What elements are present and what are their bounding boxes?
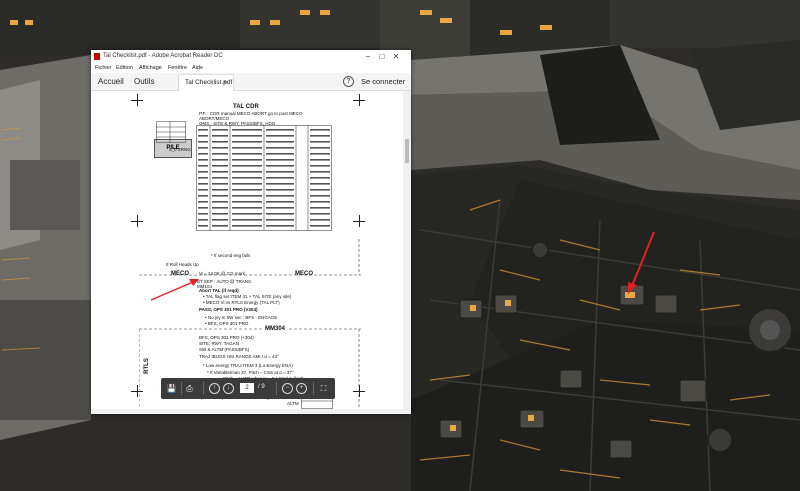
doc-line: BFS, OPS 301 PRO (+304) bbox=[199, 335, 254, 340]
tab-close-icon[interactable]: × bbox=[223, 79, 227, 86]
page-up-icon[interactable]: ↑ bbox=[209, 383, 220, 394]
print-icon[interactable]: ⎙ bbox=[184, 383, 195, 394]
acrobat-app-icon bbox=[94, 53, 100, 60]
rtls-label: RTLS bbox=[143, 358, 150, 374]
doc-line: TRAJ IBUGS HSI RANGE AMI / α = 43° bbox=[199, 354, 279, 359]
annotation-arrow-cockpit bbox=[628, 231, 655, 294]
acrobat-window: Tal Checklist.pdf - Adobe Acrobat Reader… bbox=[91, 50, 411, 414]
doc-line: S/B & ALTM (PASS/BFS) bbox=[199, 347, 250, 352]
crop-mark bbox=[353, 94, 365, 106]
menu-bar: Fichier Edition Affichage Fenêtre Aide bbox=[91, 64, 411, 73]
doc-line: PASS, OPS 301 PRO (V304) bbox=[199, 307, 258, 312]
scrollbar-thumb[interactable] bbox=[405, 139, 409, 163]
title-bar: Tal Checklist.pdf - Adobe Acrobat Reader… bbox=[91, 50, 411, 64]
menu-aide[interactable]: Aide bbox=[192, 65, 203, 71]
doc-line: ALTM bbox=[287, 401, 299, 406]
divider bbox=[276, 382, 277, 395]
page-down-icon[interactable]: ↓ bbox=[223, 383, 234, 394]
menu-fenetre[interactable]: Fenêtre bbox=[168, 65, 187, 71]
vertical-scrollbar[interactable] bbox=[403, 91, 411, 409]
zoom-in-icon[interactable]: + bbox=[296, 383, 307, 394]
doc-line: * If Variable/man 37, Pitch – CSS at α =… bbox=[207, 370, 294, 375]
page-nav-toolbar: 💾 ⎙ ↑ ↓ 2 / 9 − + ⛶ bbox=[161, 378, 335, 399]
doc-line: • No joy in 5W sec : BFS - ENGAGE bbox=[205, 315, 278, 320]
doc-line: • TAL flag set ITEM 41 + TAL SITE (any s… bbox=[203, 294, 292, 299]
annotation-arrow-document bbox=[150, 279, 199, 301]
document-page[interactable]: PILE TAL CDR P.F. : CDR manual MECO ABOR… bbox=[91, 91, 403, 409]
zoom-out-icon[interactable]: − bbox=[282, 383, 293, 394]
doc-line: SITE, RWY, TAGAN bbox=[199, 341, 239, 346]
doc-line: 5_0 XRNG bbox=[169, 147, 191, 152]
page-total: / 9 bbox=[258, 384, 265, 390]
doc-line: • MECO Vi vs RTLS Energy (TAL PLT) bbox=[203, 300, 280, 305]
mm304-label: MM304 bbox=[263, 326, 288, 332]
doc-line: * Low energy TRAJ ITEM 3 (Lo Energy ENA) bbox=[203, 363, 293, 368]
doc-line: • BFS, OPS 301 PRO bbox=[205, 321, 249, 326]
crop-mark bbox=[353, 215, 365, 227]
window-title: Tal Checklist.pdf - Adobe Acrobat Reader… bbox=[103, 53, 223, 59]
fit-page-icon[interactable]: ⛶ bbox=[318, 383, 329, 394]
save-icon[interactable]: 💾 bbox=[166, 383, 177, 394]
divider bbox=[313, 382, 314, 395]
crop-mark bbox=[131, 215, 143, 227]
document-tab[interactable]: Tal Checklist.pdf × bbox=[178, 74, 234, 91]
divider bbox=[203, 382, 204, 395]
horizontal-scrollbar[interactable] bbox=[91, 409, 411, 414]
home-tab[interactable]: Accueil bbox=[98, 77, 124, 86]
toolbar: Accueil Outils Tal Checklist.pdf × ? Se … bbox=[91, 73, 411, 91]
divider bbox=[181, 382, 182, 395]
tools-tab[interactable]: Outils bbox=[134, 77, 154, 86]
meco-label-right: MECO bbox=[295, 271, 313, 277]
crop-mark bbox=[131, 94, 143, 106]
menu-affichage[interactable]: Affichage bbox=[139, 65, 162, 71]
menu-fichier[interactable]: Fichier bbox=[95, 65, 112, 71]
tal-cdr-heading: TAL CDR bbox=[233, 104, 259, 110]
signin-link[interactable]: Se connecter bbox=[361, 77, 405, 86]
doc-line: Abort TAL (if reqd) bbox=[199, 288, 239, 293]
doc-line: Vi = 24.0K @ CG mark bbox=[199, 271, 245, 276]
minimize-icon[interactable]: – bbox=[361, 51, 375, 62]
small-table bbox=[156, 121, 186, 143]
close-icon[interactable]: ✕ bbox=[389, 51, 403, 62]
tal-sites-table bbox=[196, 125, 332, 231]
maximize-icon[interactable]: □ bbox=[375, 51, 389, 62]
menu-edition[interactable]: Edition bbox=[116, 65, 133, 71]
help-icon[interactable]: ? bbox=[343, 76, 354, 87]
page-number-input[interactable]: 2 bbox=[240, 383, 254, 393]
